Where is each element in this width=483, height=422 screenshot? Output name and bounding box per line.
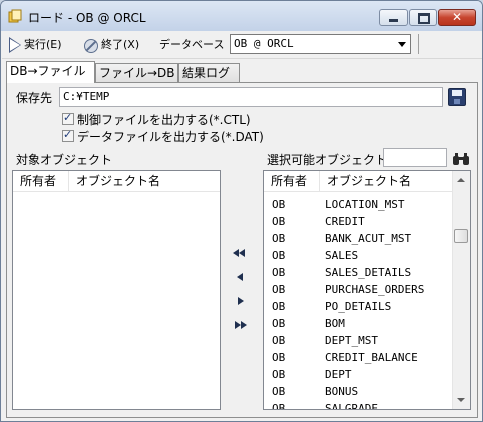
scroll-thumb[interactable] — [454, 229, 468, 243]
owner-cell: OB — [272, 215, 286, 228]
target-objects-list[interactable]: 所有者 オブジェクト名 — [12, 170, 221, 410]
tab-result-log[interactable]: 結果ログ — [178, 63, 240, 82]
left-arrow-icon — [237, 273, 243, 281]
selectable-objects-label: 選択可能オブジェクト — [267, 153, 388, 167]
object-filter-input[interactable] — [383, 148, 447, 167]
ctl-checkbox-label[interactable]: 制御ファイルを出力する(*.CTL) — [77, 111, 251, 128]
list-item[interactable]: OB SALES — [264, 247, 453, 264]
close-button[interactable]: ✕ — [438, 9, 476, 26]
owner-cell: OB — [272, 249, 286, 262]
vertical-scrollbar[interactable] — [452, 171, 470, 409]
tab-db-to-file[interactable]: DB→ファイル — [6, 61, 95, 83]
move-left-button[interactable] — [233, 272, 249, 284]
app-folder-icon — [8, 9, 22, 23]
object-name-cell: LOCATION_MST — [325, 198, 405, 211]
selectable-objects-list[interactable]: 所有者 オブジェクト名 OB LOCATION_MST OB CREDIT OB BANK… — [263, 170, 471, 410]
target-col-name[interactable]: オブジェクト名 — [69, 171, 220, 191]
toolbar: 実行(E) 終了(X) データベース OB @ ORCL — [2, 31, 482, 59]
dat-checkbox[interactable] — [62, 128, 74, 142]
list-item[interactable]: OB BOM — [264, 315, 453, 332]
owner-cell: OB — [272, 385, 286, 398]
move-all-left-button[interactable] — [233, 248, 249, 260]
owner-cell: OB — [272, 283, 286, 296]
object-name-cell: SALES_DETAILS — [325, 266, 412, 279]
owner-cell: OB — [272, 300, 286, 313]
database-value: OB @ ORCL — [234, 37, 294, 50]
object-name-cell: BANK_ACUT_MST — [325, 232, 412, 245]
target-list-header: 所有者 オブジェクト名 — [13, 171, 220, 192]
object-name-cell: SALES — [325, 249, 359, 262]
ctl-checkbox[interactable] — [62, 111, 74, 125]
target-objects-label: 対象オブジェクト — [16, 153, 113, 167]
owner-cell: OB — [272, 198, 286, 211]
title-bar[interactable]: ロード - OB @ ORCL ✕ — [1, 1, 482, 31]
scroll-down-icon[interactable] — [457, 398, 465, 402]
selectable-list-header: 所有者 オブジェクト名 — [264, 171, 453, 192]
maximize-button[interactable] — [409, 9, 437, 26]
object-name-cell: CREDIT — [325, 215, 365, 228]
list-item[interactable]: OB PO_DETAILS — [264, 298, 453, 315]
minimize-button[interactable] — [379, 9, 408, 26]
scroll-up-icon[interactable] — [457, 178, 465, 182]
move-right-button[interactable] — [233, 296, 249, 308]
database-select[interactable]: OB @ ORCL — [230, 34, 411, 54]
object-name-cell: DEPT — [325, 368, 352, 381]
database-label: データベース — [159, 38, 225, 51]
list-item[interactable]: OB CREDIT — [264, 213, 453, 230]
owner-cell: OB — [272, 368, 286, 381]
owner-cell: OB — [272, 351, 286, 364]
object-name-cell: CREDIT_BALANCE — [325, 351, 418, 364]
list-item[interactable]: OB LOCATION_MST — [264, 196, 453, 213]
list-item[interactable]: OB BANK_ACUT_MST — [264, 230, 453, 247]
save-dest-label: 保存先 — [16, 91, 53, 105]
right-arrow-icon — [238, 297, 244, 305]
save-disk-icon[interactable] — [448, 88, 466, 106]
list-item[interactable]: OB PURCHASE_ORDERS — [264, 281, 453, 298]
target-col-owner[interactable]: 所有者 — [13, 171, 69, 191]
stop-icon — [84, 39, 98, 53]
list-item[interactable]: OB SALGRADE — [264, 400, 453, 410]
owner-cell: OB — [272, 402, 286, 410]
window-title: ロード - OB @ ORCL — [28, 11, 146, 25]
list-item[interactable]: OB SALES_DETAILS — [264, 264, 453, 281]
binoculars-search-icon[interactable] — [452, 152, 470, 166]
object-name-cell: PURCHASE_ORDERS — [325, 283, 425, 296]
save-dest-value: C:¥TEMP — [63, 90, 110, 103]
owner-cell: OB — [272, 334, 286, 347]
chevron-down-icon — [398, 42, 406, 47]
object-name-cell: PO_DETAILS — [325, 300, 392, 313]
owner-cell: OB — [272, 317, 286, 330]
object-name-cell: BOM — [325, 317, 345, 330]
close-icon: ✕ — [451, 10, 463, 24]
owner-cell: OB — [272, 232, 286, 245]
exit-label: 終了(X) — [101, 38, 140, 51]
object-name-cell: SALGRADE — [325, 402, 378, 410]
selectable-col-name[interactable]: オブジェクト名 — [320, 171, 453, 191]
object-name-cell: DEPT_MST — [325, 334, 378, 347]
move-all-right-button[interactable] — [233, 320, 249, 332]
exit-button[interactable]: 終了(X) — [2, 36, 152, 53]
dat-checkbox-label[interactable]: データファイルを出力する(*.DAT) — [77, 128, 264, 145]
tab-file-to-db[interactable]: ファイル→DB — [95, 63, 178, 82]
object-name-cell: BONUS — [325, 385, 359, 398]
save-dest-input[interactable]: C:¥TEMP — [59, 87, 443, 107]
list-item[interactable]: OB DEPT_MST — [264, 332, 453, 349]
owner-cell: OB — [272, 266, 286, 279]
list-item[interactable]: OB DEPT — [264, 366, 453, 383]
list-item[interactable]: OB BONUS — [264, 383, 453, 400]
toolbar-separator — [418, 34, 419, 54]
list-item[interactable]: OB CREDIT_BALANCE — [264, 349, 453, 366]
application-window: ロード - OB @ ORCL ✕ 実行(E) 終了(X) データベース OB … — [0, 0, 483, 422]
selectable-col-owner[interactable]: 所有者 — [264, 171, 320, 191]
